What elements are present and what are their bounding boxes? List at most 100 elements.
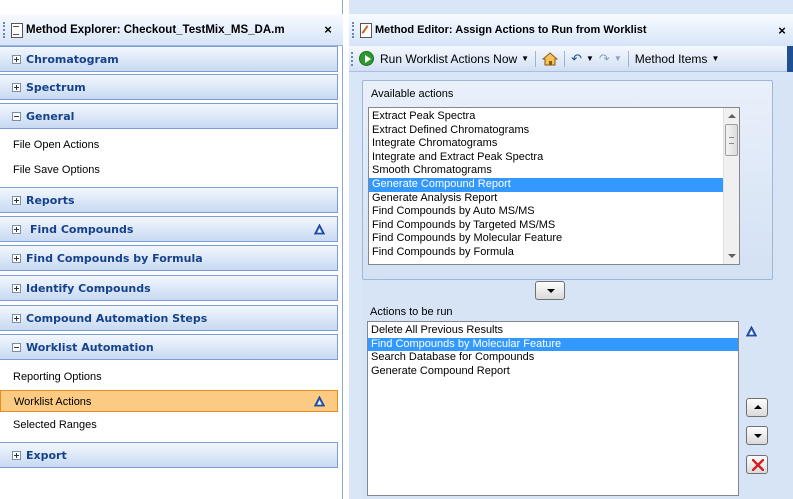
toolbar-overflow-edge[interactable] — [787, 46, 793, 72]
expand-icon[interactable] — [12, 313, 21, 323]
remove-action-button[interactable] — [746, 455, 768, 474]
delete-x-icon — [752, 459, 764, 471]
actions-to-run-list: Delete All Previous Results Find Compound… — [368, 322, 738, 378]
method-editor-title: Method Editor: Assign Actions to Run fro… — [375, 24, 647, 36]
undo-icon[interactable]: ↶ — [571, 51, 582, 67]
expand-icon[interactable] — [12, 450, 21, 460]
warning-triangle-icon — [314, 396, 325, 407]
scroll-up-arrow-icon[interactable] — [724, 108, 739, 124]
actions-to-run-panel: Actions to be run Delete All Previous Re… — [362, 302, 773, 498]
list-item[interactable]: Extract Defined Chromatograms — [369, 124, 739, 138]
document-icon — [10, 22, 23, 38]
list-item[interactable]: Search Database for Compounds — [368, 351, 738, 365]
list-item[interactable]: Find Compounds by Molecular Feature — [368, 337, 738, 352]
close-editor-button[interactable]: × — [773, 23, 791, 38]
method-editor-toolbar: Run Worklist Actions Now ▼ ↶ ▼ ↷ ▼ Metho… — [349, 46, 793, 72]
chevron-down-icon[interactable]: ▼ — [586, 54, 594, 63]
run-worklist-actions-label: Run Worklist Actions Now — [380, 51, 518, 66]
method-items-label: Method Items — [634, 51, 708, 66]
chevron-down-icon[interactable]: ▼ — [711, 54, 719, 63]
list-item[interactable]: Find Compounds by Molecular Feature — [369, 232, 739, 246]
available-actions-list: Extract Peak Spectra Extract Defined Chro… — [369, 108, 739, 260]
section-chromatogram[interactable]: Chromatogram — [0, 46, 338, 72]
scroll-down-arrow-icon[interactable] — [724, 248, 739, 264]
section-label: Worklist Automation — [26, 340, 154, 354]
section-label: Compound Automation Steps — [26, 311, 208, 325]
nav-item-selected-ranges[interactable]: Selected Ranges — [0, 414, 338, 436]
list-item[interactable]: Find Compounds by Auto MS/MS — [369, 205, 739, 219]
list-item[interactable]: Smooth Chromatograms — [369, 164, 739, 178]
actions-to-run-listbox[interactable]: Delete All Previous Results Find Compound… — [367, 321, 739, 496]
scroll-thumb[interactable] — [725, 124, 738, 156]
expand-icon[interactable] — [12, 195, 21, 205]
section-spectrum[interactable]: Spectrum — [0, 74, 338, 100]
section-export[interactable]: Export — [0, 442, 338, 468]
list-item[interactable]: Integrate and Extract Peak Spectra — [369, 151, 739, 165]
close-explorer-button[interactable]: × — [319, 22, 337, 37]
move-up-button[interactable] — [746, 398, 768, 417]
method-explorer-titlebar: Method Explorer: Checkout_TestMix_MS_DA.… — [0, 14, 343, 46]
available-actions-label: Available actions — [371, 88, 454, 100]
nav-item-reporting-options[interactable]: Reporting Options — [0, 366, 338, 388]
expand-icon[interactable] — [12, 224, 21, 234]
section-label: Identify Compounds — [26, 281, 151, 295]
warning-triangle-icon — [314, 223, 325, 235]
method-explorer-title: Method Explorer: Checkout_TestMix_MS_DA.… — [26, 23, 285, 36]
list-item[interactable]: Generate Analysis Report — [369, 192, 739, 206]
section-compound-automation-steps[interactable]: Compound Automation Steps — [0, 305, 338, 331]
collapse-icon[interactable] — [12, 342, 21, 352]
section-label: Reports — [26, 193, 75, 207]
warning-triangle-icon — [746, 326, 757, 337]
method-editor-pane: Method Editor: Assign Actions to Run fro… — [349, 0, 793, 499]
grip-handle[interactable] — [3, 21, 7, 38]
grip-handle[interactable] — [352, 22, 356, 38]
section-find-compounds-by-formula[interactable]: Find Compounds by Formula — [0, 245, 338, 271]
list-item[interactable]: Find Compounds by Targeted MS/MS — [369, 219, 739, 233]
method-explorer-pane: Method Explorer: Checkout_TestMix_MS_DA.… — [0, 0, 343, 499]
list-item[interactable]: Find Compounds by Formula — [369, 246, 739, 260]
section-find-compounds[interactable]: Find Compounds — [0, 216, 338, 242]
edit-document-icon — [359, 23, 372, 38]
available-actions-listbox[interactable]: Extract Peak Spectra Extract Defined Chro… — [368, 107, 740, 265]
section-label: Find Compounds by Formula — [26, 251, 203, 265]
expand-icon[interactable] — [12, 253, 21, 263]
redo-icon[interactable]: ↷ — [599, 51, 610, 67]
nav-item-file-open-actions[interactable]: File Open Actions — [0, 134, 338, 156]
home-icon[interactable] — [541, 51, 559, 66]
add-action-button[interactable] — [535, 281, 565, 300]
expand-icon[interactable] — [12, 82, 21, 92]
toolbar-separator — [627, 50, 629, 67]
section-worklist-automation[interactable]: Worklist Automation — [0, 334, 338, 360]
list-item[interactable]: Generate Compound Report — [368, 365, 738, 379]
section-label: Chromatogram — [26, 52, 119, 66]
expand-icon[interactable] — [12, 54, 21, 64]
run-icon — [359, 51, 374, 66]
list-item[interactable]: Extract Peak Spectra — [369, 110, 739, 124]
method-editor-content: Available actions Extract Peak Spectra Ex… — [362, 80, 793, 499]
toolbar-separator — [564, 50, 566, 67]
run-worklist-actions-button[interactable]: Run Worklist Actions Now ▼ — [355, 51, 529, 66]
section-general[interactable]: General — [0, 103, 338, 129]
chevron-down-icon[interactable]: ▼ — [521, 54, 529, 63]
nav-item-file-save-options[interactable]: File Save Options — [0, 159, 338, 181]
section-label: General — [26, 109, 75, 123]
toolbar-separator — [535, 50, 537, 67]
section-identify-compounds[interactable]: Identify Compounds — [0, 275, 338, 301]
section-label: Find Compounds — [30, 222, 134, 236]
nav-item-worklist-actions[interactable]: Worklist Actions — [0, 390, 338, 412]
expand-icon[interactable] — [12, 283, 21, 293]
section-label: Export — [26, 448, 67, 462]
vertical-scrollbar[interactable] — [723, 108, 739, 264]
move-down-button[interactable] — [746, 426, 768, 445]
method-editor-titlebar: Method Editor: Assign Actions to Run fro… — [349, 14, 793, 46]
method-items-menu[interactable]: Method Items ▼ — [635, 52, 720, 66]
available-actions-panel: Available actions Extract Peak Spectra Ex… — [362, 80, 773, 280]
chevron-down-icon[interactable]: ▼ — [614, 54, 622, 63]
list-item[interactable]: Integrate Chromatograms — [369, 137, 739, 151]
list-item[interactable]: Generate Compound Report — [369, 177, 739, 192]
list-item[interactable]: Delete All Previous Results — [368, 324, 738, 338]
collapse-icon[interactable] — [12, 111, 21, 121]
nav-item-label: Worklist Actions — [14, 396, 92, 408]
section-reports[interactable]: Reports — [0, 187, 338, 213]
section-label: Spectrum — [26, 80, 86, 94]
